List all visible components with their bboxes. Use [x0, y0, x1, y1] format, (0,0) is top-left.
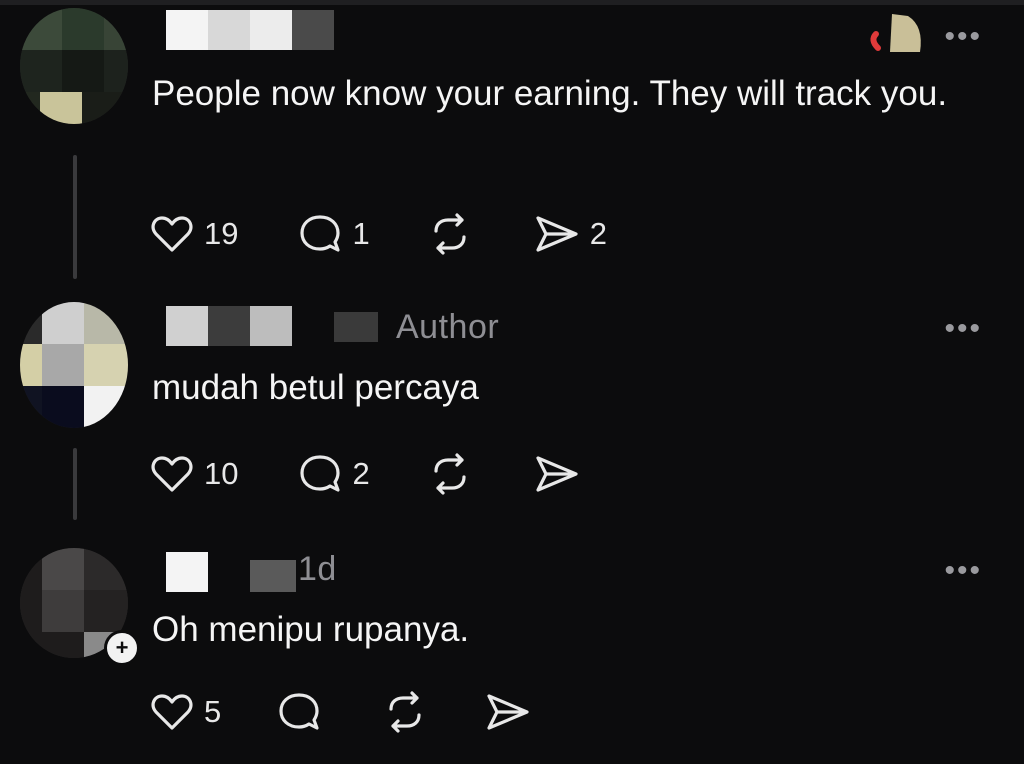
send-icon [487, 694, 529, 730]
heart-icon [151, 694, 193, 730]
reply-button[interactable] [277, 691, 321, 733]
share-button[interactable] [485, 692, 531, 732]
like-button[interactable]: 5 [150, 692, 221, 732]
repost-button[interactable] [428, 453, 472, 495]
post-actions: 10 2 [150, 452, 580, 496]
more-options-icon[interactable]: ••• [944, 556, 982, 586]
send-icon [536, 456, 578, 492]
repost-icon [389, 691, 421, 733]
author-badge: Author [396, 308, 500, 346]
more-options-icon[interactable]: ••• [944, 314, 982, 344]
avatar[interactable] [20, 302, 128, 428]
post-text: People now know your earning. They will … [152, 74, 948, 113]
post-text: Oh menipu rupanya. [152, 610, 470, 649]
send-icon [536, 216, 578, 252]
thread-line [73, 155, 77, 279]
media-thumbnail[interactable] [868, 12, 921, 52]
heart-icon [151, 216, 193, 252]
thread-line [73, 448, 77, 520]
like-count: 19 [204, 216, 239, 251]
like-button[interactable]: 10 [150, 454, 238, 494]
reply-count: 2 [352, 456, 370, 491]
repost-icon [434, 453, 466, 495]
repost-button[interactable] [383, 691, 427, 733]
post-text: mudah betul percaya [152, 368, 479, 407]
more-options-icon[interactable]: ••• [944, 22, 982, 52]
reply-button[interactable]: 1 [298, 213, 370, 255]
top-divider [0, 0, 1024, 5]
timestamp: 1d [298, 550, 337, 588]
like-button[interactable]: 19 [150, 214, 238, 254]
share-button[interactable]: 2 [534, 214, 607, 254]
like-count: 5 [204, 694, 222, 729]
like-count: 10 [204, 456, 239, 491]
repost-button[interactable] [428, 213, 472, 255]
heart-icon [151, 456, 193, 492]
comment-bubble-icon [300, 455, 341, 492]
follow-badge[interactable]: + [104, 630, 140, 666]
reply-button[interactable]: 2 [298, 453, 370, 495]
post-actions: 5 [150, 690, 531, 734]
share-count: 2 [589, 216, 607, 251]
comment-bubble-icon [279, 693, 319, 730]
reply-count: 1 [352, 216, 370, 251]
share-button[interactable] [534, 454, 580, 494]
avatar[interactable] [20, 8, 128, 124]
repost-icon [434, 213, 466, 255]
post-actions: 19 1 2 [150, 212, 607, 256]
comment-bubble-icon [300, 215, 341, 252]
